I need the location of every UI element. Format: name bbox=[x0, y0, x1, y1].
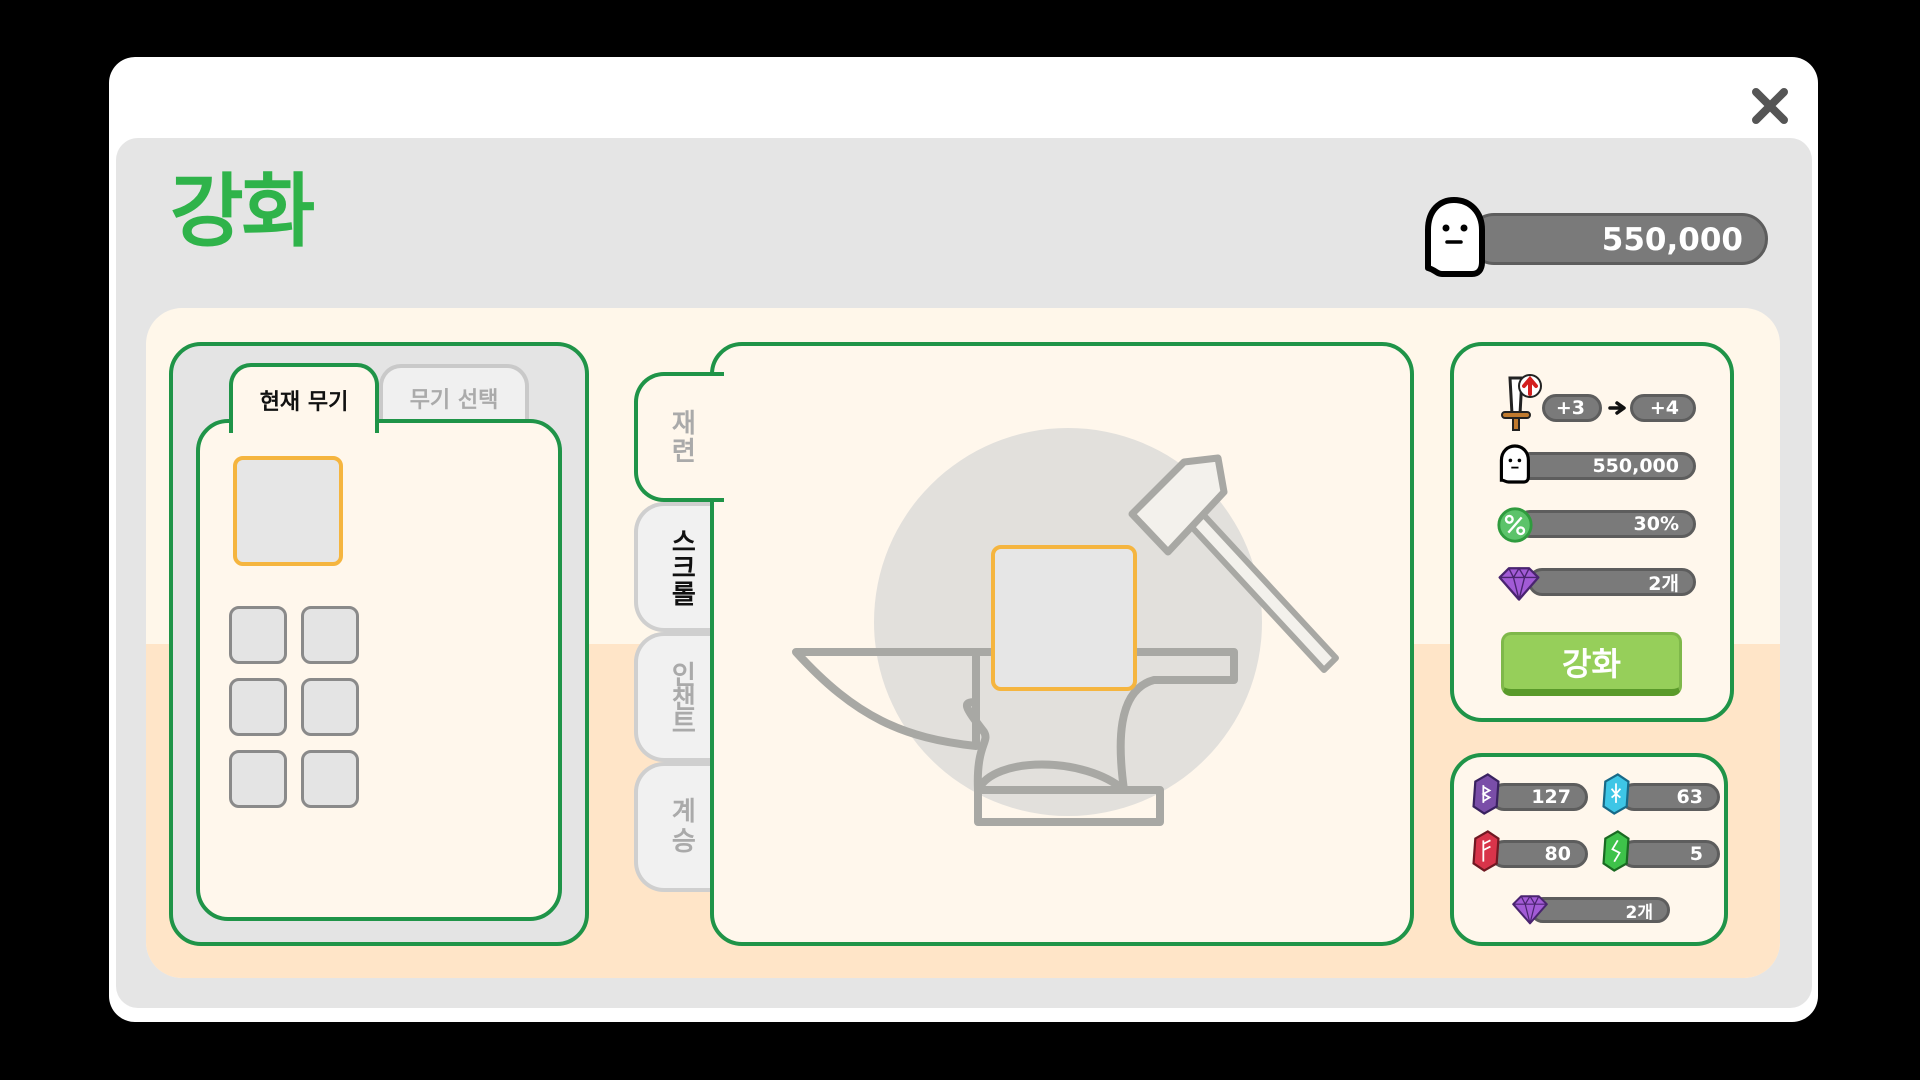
currency-amount: 550,000 bbox=[1601, 222, 1743, 258]
page-title: 강화 bbox=[170, 165, 315, 258]
level-to: +4 bbox=[1630, 394, 1696, 422]
materials-panel: 127 63 80 5 2개 bbox=[1450, 753, 1728, 946]
tab-refine[interactable]: 재련 bbox=[634, 372, 724, 502]
inventory-slot[interactable] bbox=[229, 678, 287, 736]
currency-display: 550,000 bbox=[1468, 213, 1768, 265]
enhance-stage bbox=[710, 342, 1414, 946]
success-rate: 30% bbox=[1516, 510, 1696, 538]
blue-rune-count: 63 bbox=[1620, 783, 1720, 811]
enhance-target-slot[interactable] bbox=[991, 545, 1137, 691]
purple-rune-icon bbox=[1472, 773, 1500, 815]
green-rune-icon bbox=[1602, 830, 1630, 872]
gem-icon bbox=[1512, 895, 1548, 925]
level-from: +3 bbox=[1542, 394, 1602, 422]
inventory-slot[interactable] bbox=[301, 678, 359, 736]
sword-upgrade-icon bbox=[1501, 374, 1542, 431]
current-weapon-slot[interactable] bbox=[233, 456, 343, 566]
tab-current-weapon[interactable]: 현재 무기 bbox=[229, 363, 379, 433]
arrow-right-icon bbox=[1608, 401, 1626, 415]
enhance-button[interactable]: 강화 bbox=[1501, 632, 1682, 696]
close-button[interactable] bbox=[1742, 78, 1798, 134]
inventory-slot[interactable] bbox=[229, 750, 287, 808]
inventory-slot[interactable] bbox=[301, 606, 359, 664]
inventory-slot[interactable] bbox=[229, 606, 287, 664]
ghost-coin-icon bbox=[1425, 197, 1485, 277]
blue-rune-icon bbox=[1602, 773, 1630, 815]
enhance-cost: 550,000 bbox=[1516, 452, 1696, 480]
green-rune-count: 5 bbox=[1620, 840, 1720, 868]
close-icon bbox=[1752, 88, 1788, 124]
gem-cost: 2개 bbox=[1528, 568, 1696, 596]
red-rune-icon bbox=[1472, 830, 1500, 872]
inventory-slot[interactable] bbox=[301, 750, 359, 808]
gem-count: 2개 bbox=[1530, 897, 1670, 923]
ghost-coin-icon bbox=[1499, 444, 1530, 484]
purple-rune-count: 127 bbox=[1490, 783, 1588, 811]
percent-icon bbox=[1497, 507, 1533, 543]
weapon-inventory bbox=[196, 419, 562, 921]
gem-icon bbox=[1498, 566, 1540, 601]
red-rune-count: 80 bbox=[1490, 840, 1588, 868]
